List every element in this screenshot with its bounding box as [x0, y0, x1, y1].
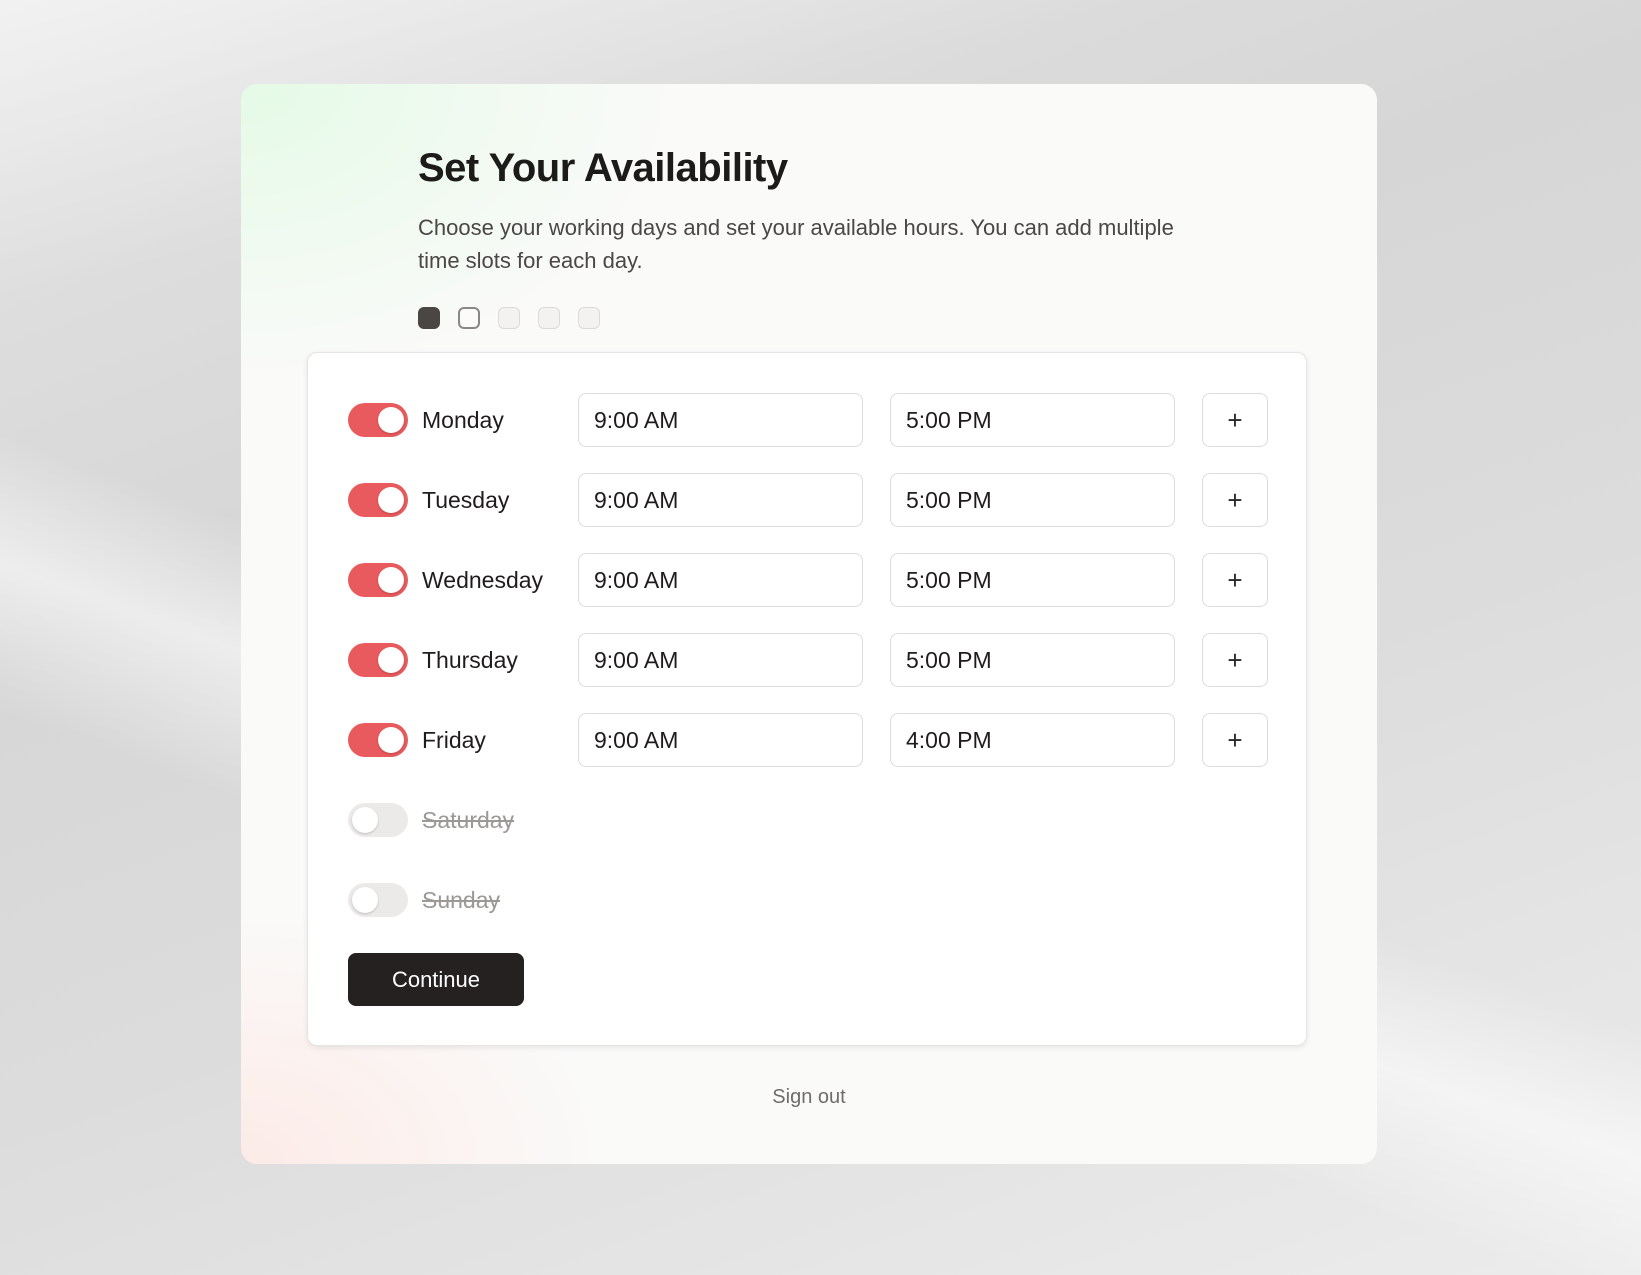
toggle-knob: [378, 567, 404, 593]
start-time-tuesday[interactable]: 9:00 AM: [578, 473, 863, 527]
onboarding-panel: Set Your Availability Choose your workin…: [241, 84, 1377, 1164]
day-row-sunday: Sunday: [348, 873, 1268, 927]
header: Set Your Availability Choose your workin…: [418, 146, 1178, 329]
toggle-knob: [352, 807, 378, 833]
add-slot-button-wednesday[interactable]: +: [1202, 553, 1268, 607]
toggle-thursday[interactable]: [348, 643, 408, 677]
toggle-knob: [352, 887, 378, 913]
toggle-knob: [378, 647, 404, 673]
step-dot-1: [418, 307, 440, 329]
day-row-saturday: Saturday: [348, 793, 1268, 847]
day-row-friday: Friday 9:00 AM 4:00 PM +: [348, 713, 1268, 767]
toggle-tuesday[interactable]: [348, 483, 408, 517]
add-slot-button-thursday[interactable]: +: [1202, 633, 1268, 687]
day-row-tuesday: Tuesday 9:00 AM 5:00 PM +: [348, 473, 1268, 527]
day-label-wednesday: Wednesday: [422, 566, 544, 593]
start-time-friday[interactable]: 9:00 AM: [578, 713, 863, 767]
sign-out-link[interactable]: Sign out: [241, 1086, 1377, 1109]
toggle-sunday[interactable]: [348, 883, 408, 917]
toggle-monday[interactable]: [348, 403, 408, 437]
start-time-wednesday[interactable]: 9:00 AM: [578, 553, 863, 607]
add-slot-button-tuesday[interactable]: +: [1202, 473, 1268, 527]
end-time-friday[interactable]: 4:00 PM: [890, 713, 1175, 767]
day-row-thursday: Thursday 9:00 AM 5:00 PM +: [348, 633, 1268, 687]
step-dot-3: [498, 307, 520, 329]
add-slot-button-friday[interactable]: +: [1202, 713, 1268, 767]
day-label-sunday: Sunday: [422, 886, 501, 913]
toggle-wednesday[interactable]: [348, 563, 408, 597]
page-subtitle: Choose your working days and set your av…: [418, 215, 1174, 273]
end-time-monday[interactable]: 5:00 PM: [890, 393, 1175, 447]
add-slot-button-monday[interactable]: +: [1202, 393, 1268, 447]
toggle-knob: [378, 727, 404, 753]
start-time-thursday[interactable]: 9:00 AM: [578, 633, 863, 687]
day-label-tuesday: Tuesday: [422, 486, 510, 513]
toggle-friday[interactable]: [348, 723, 408, 757]
page-title: Set Your Availability: [418, 146, 788, 190]
toggle-knob: [378, 407, 404, 433]
availability-card: Monday 9:00 AM 5:00 PM + Tuesday 9:00 AM…: [307, 352, 1307, 1046]
toggle-knob: [378, 487, 404, 513]
step-dot-4: [538, 307, 560, 329]
end-time-wednesday[interactable]: 5:00 PM: [890, 553, 1175, 607]
day-label-thursday: Thursday: [422, 646, 518, 673]
end-time-thursday[interactable]: 5:00 PM: [890, 633, 1175, 687]
step-dot-2: [458, 307, 480, 329]
day-label-friday: Friday: [422, 726, 486, 753]
toggle-saturday[interactable]: [348, 803, 408, 837]
end-time-tuesday[interactable]: 5:00 PM: [890, 473, 1175, 527]
day-label-monday: Monday: [422, 406, 504, 433]
step-dot-5: [578, 307, 600, 329]
day-row-wednesday: Wednesday 9:00 AM 5:00 PM +: [348, 553, 1268, 607]
day-label-saturday: Saturday: [422, 806, 515, 833]
day-row-monday: Monday 9:00 AM 5:00 PM +: [348, 393, 1268, 447]
step-indicator: [418, 307, 1178, 329]
continue-button[interactable]: Continue: [348, 953, 524, 1006]
start-time-monday[interactable]: 9:00 AM: [578, 393, 863, 447]
